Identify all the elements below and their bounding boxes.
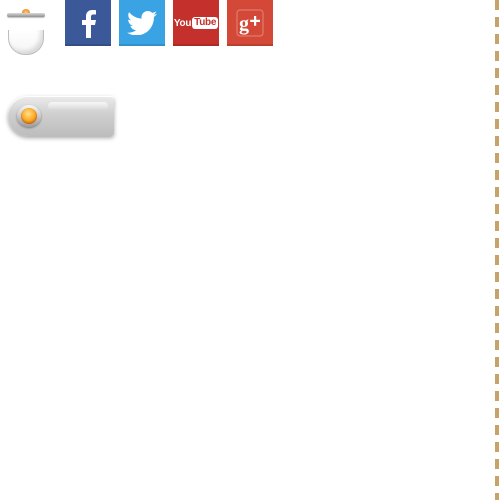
social-links: You Tube g	[65, 0, 273, 46]
mini-cup-icon	[8, 30, 44, 55]
youtube-button[interactable]: You Tube	[173, 0, 219, 46]
toggle-switch[interactable]	[8, 96, 114, 136]
toggle-highlight	[48, 102, 108, 110]
mini-lamp-widget[interactable]	[5, 6, 47, 56]
twitter-icon	[127, 11, 157, 35]
twitter-button[interactable]	[119, 0, 165, 46]
dashed-border	[495, 0, 499, 500]
google-plus-button[interactable]: g	[227, 0, 273, 46]
youtube-label-you: You	[173, 17, 192, 29]
youtube-icon: You Tube	[173, 17, 219, 29]
google-plus-icon: g	[236, 9, 264, 37]
toggle-knob-icon	[21, 108, 37, 124]
svg-text:g: g	[239, 13, 249, 35]
facebook-icon	[82, 10, 96, 38]
mini-bar	[7, 13, 45, 17]
facebook-button[interactable]	[65, 0, 111, 46]
page: You Tube g	[0, 0, 500, 500]
youtube-label-tube: Tube	[192, 17, 219, 29]
